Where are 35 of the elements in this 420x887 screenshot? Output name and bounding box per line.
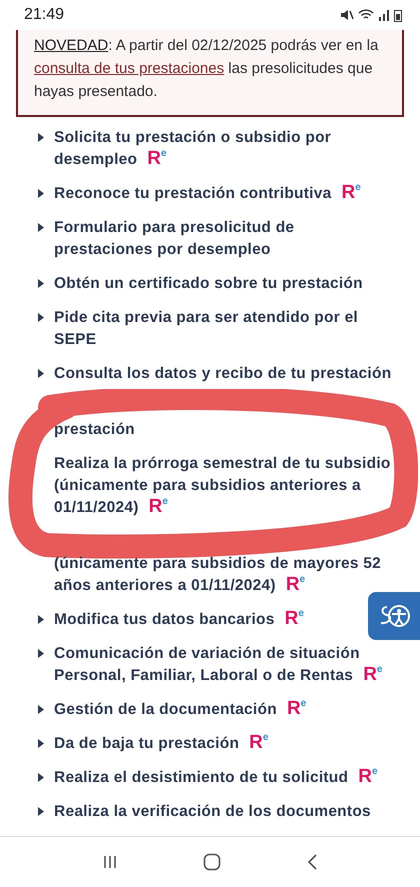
service-link[interactable]: Realiza el desistimiento de tu solicitud R$^{e}$ (54, 767, 378, 789)
service-link[interactable]: Realiza la verificación de los documentos (54, 801, 371, 823)
battery-icon (394, 8, 402, 22)
logo-text: R$^{e}$ (286, 577, 306, 594)
logo-text: R$^{e}$ (148, 499, 168, 516)
service-link[interactable]: Pide cita previa para ser atendido por el SEPE (54, 307, 394, 351)
signal-icon (378, 9, 390, 21)
logo-text: R$^{e}$ (286, 701, 306, 718)
mute-icon (340, 9, 354, 21)
logo-text: R$^{e}$ (363, 667, 382, 684)
accessibility-button[interactable] (368, 592, 420, 640)
logo-text: R$^{e}$ (284, 611, 304, 628)
link[interactable]: consulta de tus prestaciones (34, 60, 224, 77)
service-link[interactable]: Gestión de la documentación R$^{e}$ (54, 699, 306, 721)
service-link[interactable]: Modifica tus datos bancarios R$^{e}$ (54, 609, 304, 631)
back-icon[interactable] (306, 854, 318, 870)
service-link[interactable]: Reconoce tu prestación contributiva R$^{e}$ (54, 183, 361, 205)
logo-text: R$^{e}$ (147, 151, 167, 168)
wifi-icon (358, 9, 374, 21)
logo-text: R$^{e}$ (249, 735, 268, 752)
recent-apps-icon[interactable] (102, 854, 118, 870)
logo-text: R$^{e}$ (341, 185, 361, 202)
service-link[interactable]: Obtén un certificado sobre tu prestación (54, 273, 363, 295)
service-link[interactable]: Formulario para presolicitud de prestaciones por desempleo (54, 217, 394, 261)
service-link[interactable]: prestación (54, 419, 135, 441)
status-time: 21:49 (24, 6, 64, 24)
service-link[interactable]: (únicamente para subsidios de mayores 52 años anteriores a 01/11/2024) R$^{e}$ (54, 553, 394, 597)
service-link[interactable]: Consulta los datos y recibo de tu prestación (54, 363, 392, 385)
service-link[interactable]: Da de baja tu prestación R$^{e}$ (54, 733, 268, 755)
notice-text: NOVEDAD: A partir del 02/12/2025 podrás ver en la consulta de tus prestaciones las presolicitudes que hayas presentado. (34, 36, 380, 102)
service-link[interactable]: Comunicación de variación de situación Personal, Familiar, Laboral o de Rentas R$^{e}$ (54, 643, 394, 687)
service-link[interactable]: Solicita tu prestación o subsidio por desempleo R$^{e}$ (54, 127, 394, 171)
service-link[interactable]: Realiza la prórroga semestral de tu subsidio (únicamente para subsidios anteriores a 01/11/2024) R$^{e}$ (54, 453, 394, 519)
logo-text: R$^{e}$ (358, 769, 378, 786)
home-icon[interactable] (202, 853, 221, 871)
